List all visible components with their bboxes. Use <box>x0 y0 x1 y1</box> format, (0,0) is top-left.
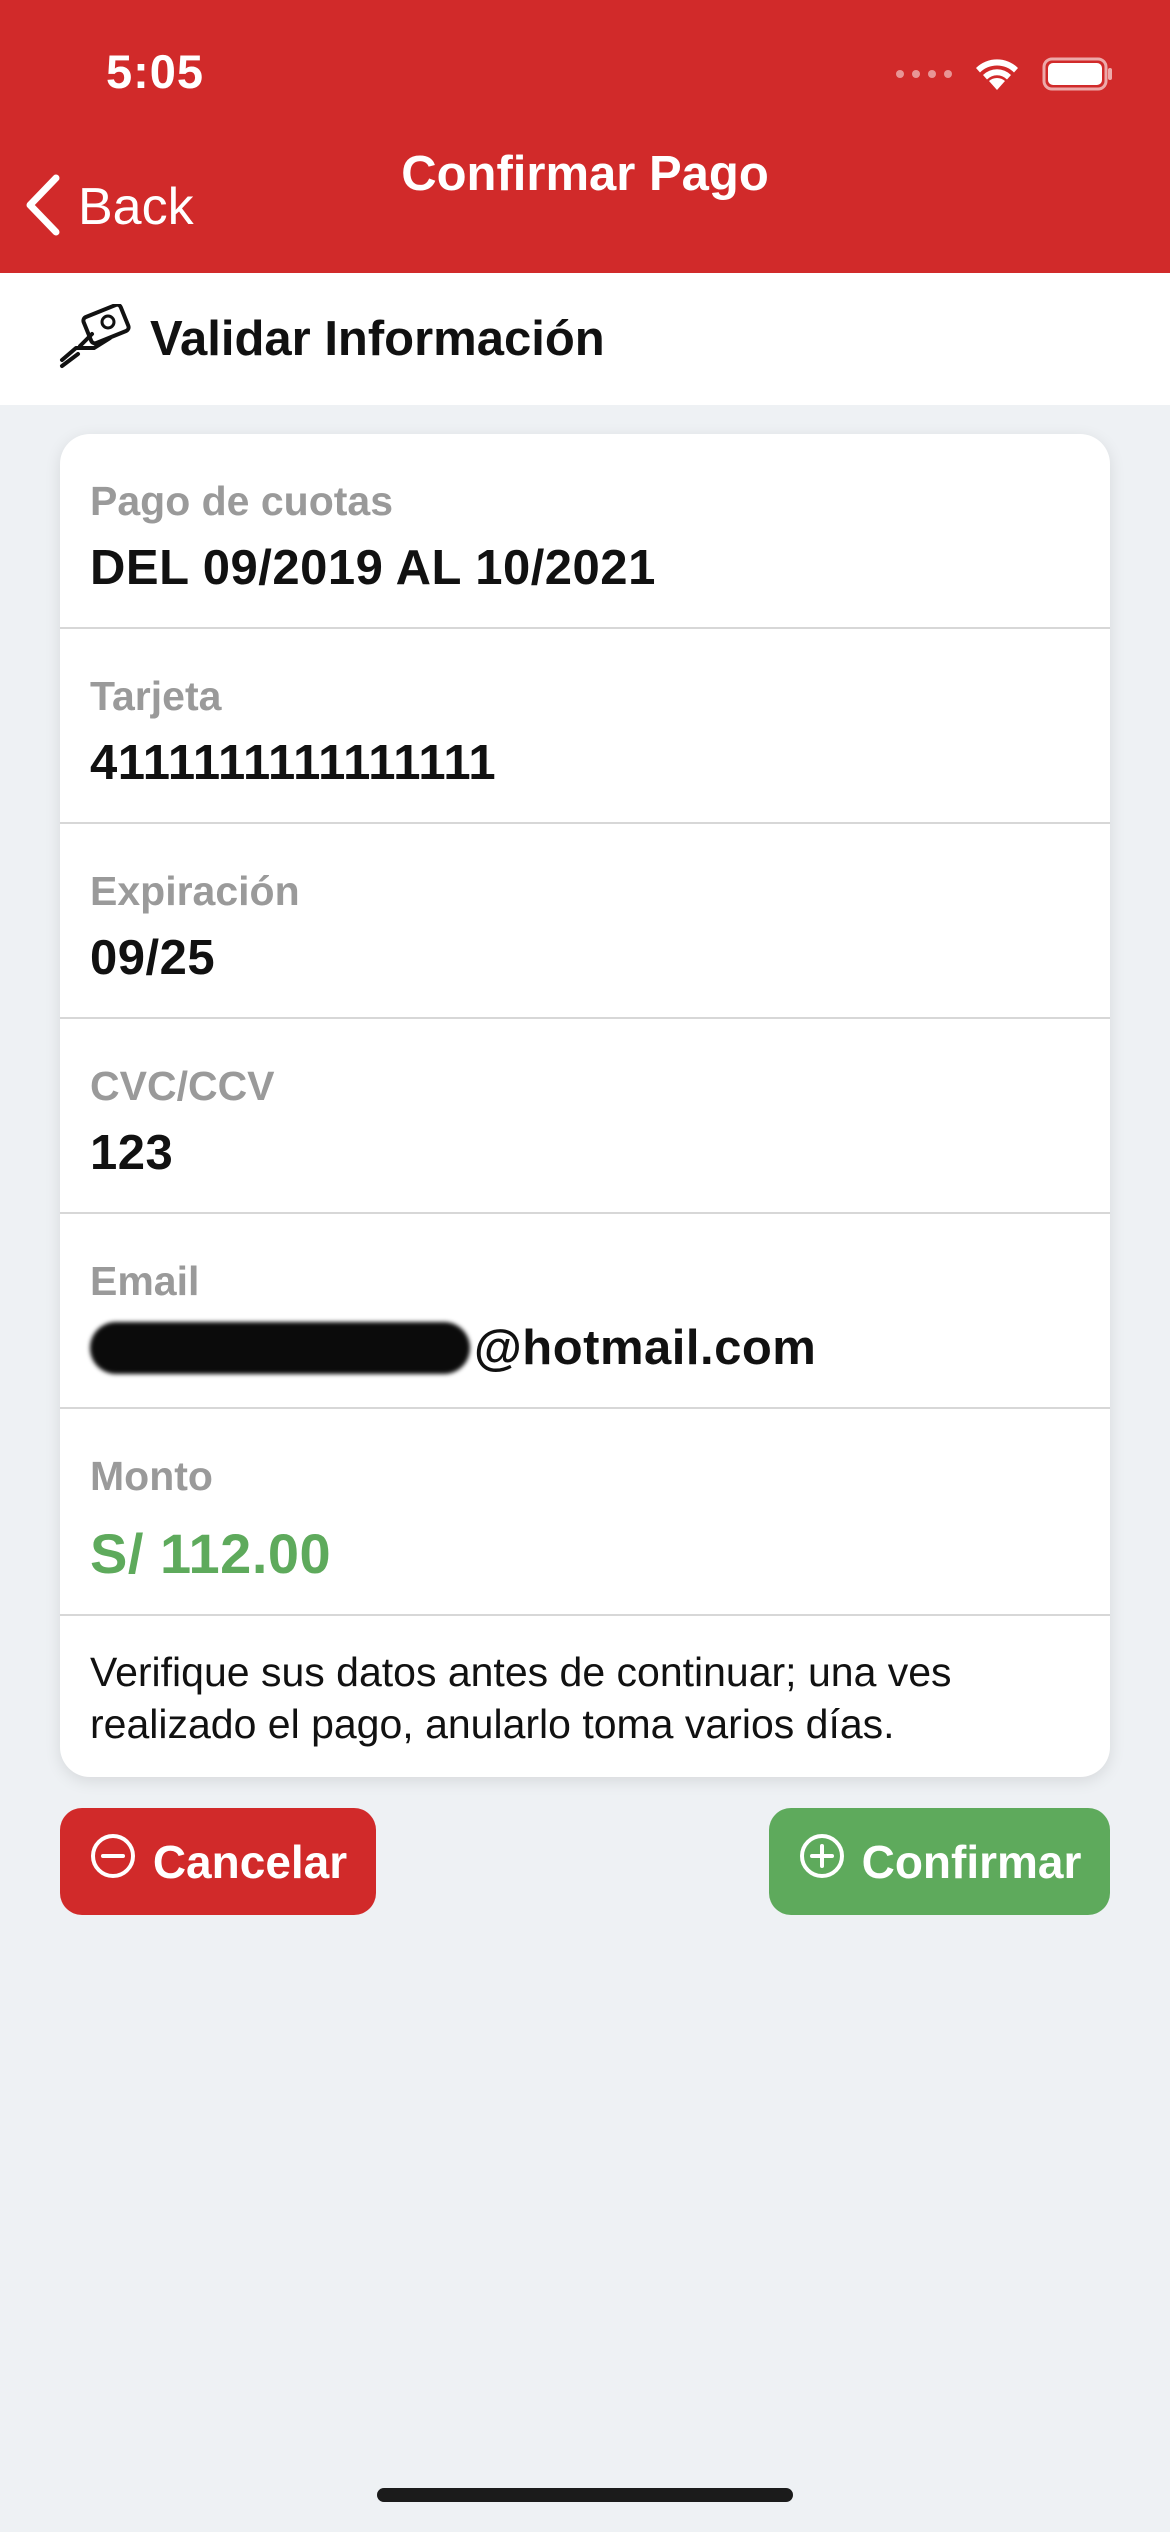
battery-icon <box>1042 56 1114 92</box>
circle-minus-icon <box>89 1832 137 1891</box>
section-header: Validar Información <box>0 273 1170 405</box>
status-time: 5:05 <box>106 45 205 98</box>
list-item-expiracion: Expiración 09/25 <box>60 824 1110 1019</box>
field-value: 09/25 <box>90 931 216 985</box>
field-label: CVC/CCV <box>90 1063 275 1109</box>
navigation-bar: 5:05 Back Confirmar Pago <box>0 0 1170 273</box>
email-value: @hotmail.com <box>90 1320 816 1376</box>
list-item-cvc: CVC/CCV 123 <box>60 1019 1110 1214</box>
field-value: DEL 09/2019 AL 10/2021 <box>90 541 656 595</box>
field-label: Expiración <box>90 868 300 914</box>
field-value: 123 <box>90 1126 174 1180</box>
list-item-email: Email @hotmail.com <box>60 1214 1110 1409</box>
list-item-pago-cuotas: Pago de cuotas DEL 09/2019 AL 10/2021 <box>60 434 1110 629</box>
field-label: Tarjeta <box>90 673 222 719</box>
signal-icon <box>896 70 952 78</box>
confirm-label: Confirmar <box>861 1835 1082 1888</box>
field-label: Email <box>90 1258 200 1304</box>
page-title: Confirmar Pago <box>401 147 769 201</box>
cancel-label: Cancelar <box>152 1835 348 1888</box>
verification-note: Verifique sus datos antes de continuar; … <box>90 1649 952 1747</box>
payment-info-card: Pago de cuotas DEL 09/2019 AL 10/2021 Ta… <box>60 434 1110 1777</box>
section-title: Validar Información <box>150 312 605 366</box>
field-label: Pago de cuotas <box>90 478 394 524</box>
hand-card-icon <box>58 302 134 375</box>
list-item-monto: Monto S/ 112.00 <box>60 1409 1110 1616</box>
amount-value: S/ 112.00 <box>90 1522 332 1585</box>
circle-plus-icon <box>798 1832 846 1891</box>
confirm-button[interactable]: Confirmar <box>769 1808 1110 1915</box>
cancel-button[interactable]: Cancelar <box>60 1808 376 1915</box>
home-indicator[interactable] <box>377 2488 793 2502</box>
status-icons <box>896 50 1114 98</box>
email-domain: @hotmail.com <box>474 1321 817 1375</box>
wifi-icon <box>974 56 1020 92</box>
field-label: Monto <box>90 1453 213 1499</box>
field-value: 4111111111111111 <box>90 736 497 790</box>
list-item-tarjeta: Tarjeta 4111111111111111 <box>60 629 1110 824</box>
redaction-mark <box>90 1322 470 1374</box>
